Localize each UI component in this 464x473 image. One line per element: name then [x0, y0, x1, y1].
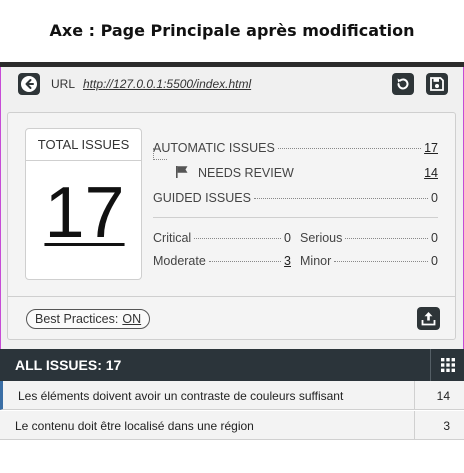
automatic-issues-value[interactable]: 17	[424, 141, 438, 155]
needs-review-row: NEEDS REVIEW 14	[175, 164, 438, 180]
screenshot-caption: Axe : Page Principale après modification	[49, 20, 415, 40]
serious-value: 0	[431, 231, 438, 245]
needs-review-value[interactable]: 14	[424, 166, 438, 180]
back-button[interactable]	[18, 73, 40, 95]
save-icon	[430, 77, 444, 91]
url-link[interactable]: http://127.0.0.1:5500/index.html	[83, 77, 251, 91]
best-practices-state: ON	[122, 312, 142, 326]
best-practices-toggle[interactable]: Best Practices: ON	[26, 309, 151, 329]
guided-issues-value: 0	[431, 191, 438, 205]
axe-panel: URL http://127.0.0.1:5500/index.html TOT…	[0, 67, 464, 383]
issue-description: Le contenu doit être localisé dans une r…	[15, 419, 254, 433]
guided-issues-row: GUIDED ISSUES 0	[153, 191, 438, 205]
issue-count: 3	[443, 419, 450, 433]
issue-description: Les éléments doivent avoir un contraste …	[18, 389, 344, 403]
minor-label: Minor	[300, 254, 332, 268]
minor-row: Minor 0	[300, 254, 438, 268]
card-footer-divider	[8, 296, 455, 297]
moderate-row: Moderate 3	[153, 254, 291, 268]
export-button[interactable]	[417, 307, 440, 330]
needs-review-label: NEEDS REVIEW	[198, 166, 294, 180]
back-arrow-icon	[21, 76, 37, 92]
serious-label: Serious	[300, 231, 343, 245]
issue-row[interactable]: Le contenu doit être localisé dans une r…	[0, 411, 464, 440]
automatic-issues-row: AUTOMATIC ISSUES 17	[153, 141, 438, 155]
url-label: URL	[51, 77, 76, 91]
automatic-issues-label: AUTOMATIC ISSUES	[153, 141, 275, 155]
guided-issues-label: GUIDED ISSUES	[153, 191, 251, 205]
refresh-icon	[397, 78, 409, 90]
issue-row[interactable]: Les éléments doivent avoir un contraste …	[0, 381, 464, 410]
total-issues-label: TOTAL ISSUES	[26, 129, 141, 161]
moderate-label: Moderate	[153, 254, 206, 268]
flag-icon	[176, 166, 188, 178]
grid-icon	[440, 358, 455, 372]
rescan-button[interactable]	[392, 73, 414, 95]
url-bar: URL http://127.0.0.1:5500/index.html	[1, 67, 463, 101]
moderate-value[interactable]: 3	[284, 254, 291, 268]
grid-view-button[interactable]	[430, 349, 464, 381]
critical-label: Critical	[153, 231, 192, 245]
summary-card: TOTAL ISSUES 17 AUTOMATIC ISSUES 17 NEED…	[7, 112, 456, 340]
best-practices-label: Best Practices:	[35, 312, 119, 326]
critical-value: 0	[284, 231, 291, 245]
all-issues-header: ALL ISSUES: 17	[0, 349, 464, 381]
summary-divider	[153, 217, 438, 218]
tree-connector	[153, 148, 167, 160]
serious-row: Serious 0	[300, 231, 438, 245]
total-issues-value[interactable]: 17	[26, 177, 143, 249]
total-issues-box: TOTAL ISSUES 17	[25, 128, 142, 280]
save-button[interactable]	[426, 73, 448, 95]
critical-row: Critical 0	[153, 231, 291, 245]
issue-count: 14	[436, 389, 450, 403]
minor-value: 0	[431, 254, 438, 268]
export-icon	[421, 312, 436, 326]
all-issues-title: ALL ISSUES: 17	[15, 357, 122, 373]
